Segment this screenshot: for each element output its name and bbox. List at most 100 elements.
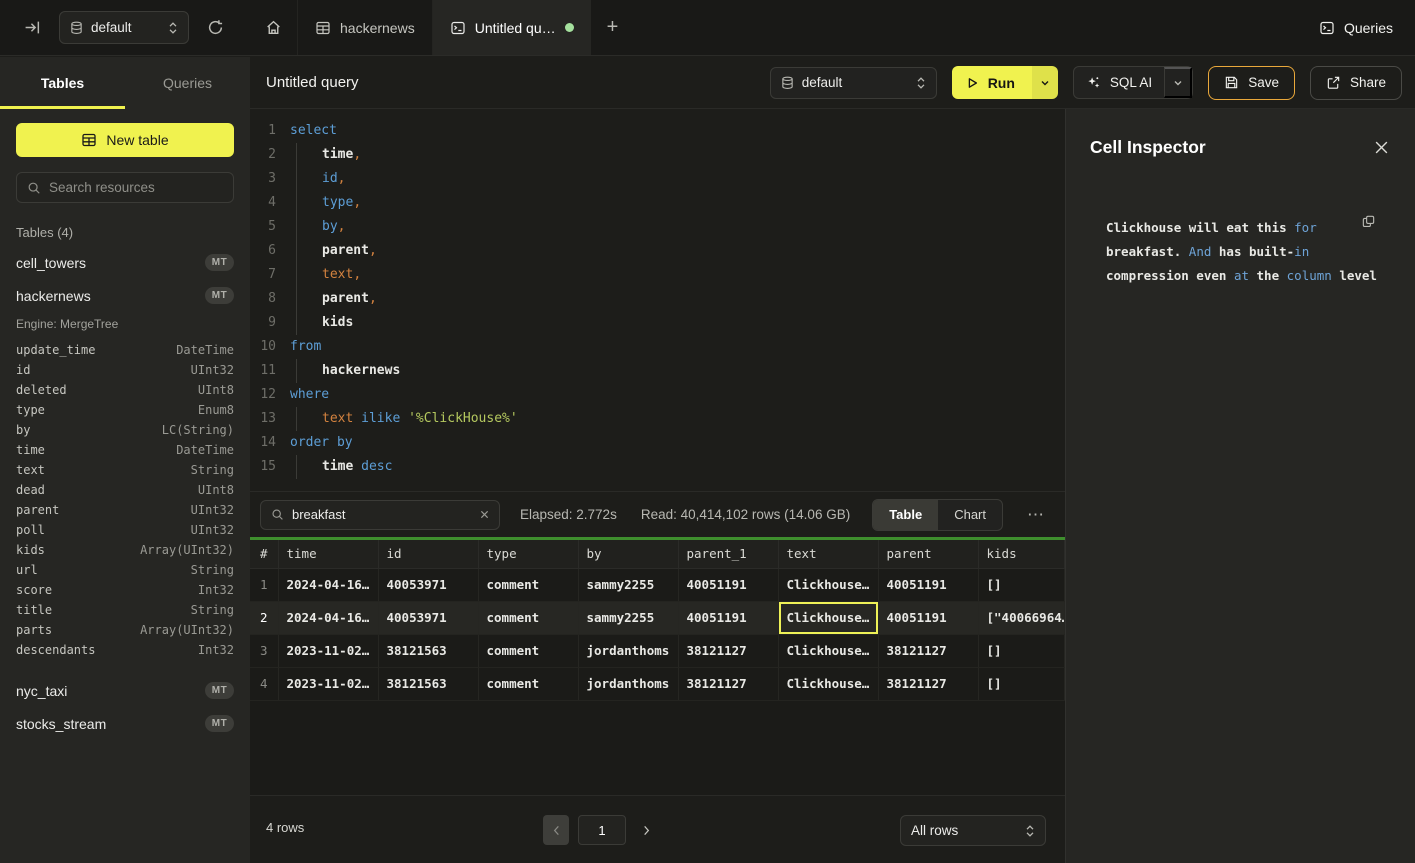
column-header[interactable]: by bbox=[578, 540, 678, 568]
data-cell[interactable]: 2023-11-02… bbox=[278, 667, 378, 700]
sidebar-table-item[interactable]: stocks_streamMT bbox=[0, 707, 250, 740]
refresh-button[interactable] bbox=[203, 15, 228, 40]
editor-line[interactable]: 4type, bbox=[250, 191, 1065, 215]
tab-hackernews[interactable]: hackernews bbox=[298, 0, 433, 55]
results-search[interactable] bbox=[260, 500, 500, 530]
data-cell[interactable]: 2024-04-16… bbox=[278, 568, 378, 601]
data-cell[interactable]: Clickhouse… bbox=[778, 568, 878, 601]
data-cell[interactable]: 38121127 bbox=[678, 667, 778, 700]
data-cell[interactable]: comment bbox=[478, 601, 578, 634]
results-more-button[interactable]: ⋯ bbox=[1023, 503, 1049, 527]
data-cell[interactable]: comment bbox=[478, 568, 578, 601]
row-number-cell[interactable]: 2 bbox=[250, 601, 278, 634]
data-cell[interactable]: 38121127 bbox=[878, 667, 978, 700]
data-cell[interactable]: comment bbox=[478, 667, 578, 700]
data-cell[interactable]: 38121563 bbox=[378, 634, 478, 667]
save-button[interactable]: Save bbox=[1208, 66, 1295, 100]
data-cell[interactable]: comment bbox=[478, 634, 578, 667]
row-number-cell[interactable]: 1 bbox=[250, 568, 278, 601]
data-cell[interactable]: Clickhouse… bbox=[778, 601, 878, 634]
editor-line[interactable]: 10from bbox=[250, 335, 1065, 359]
sql-editor[interactable]: 1select2time,3id,4type,5by,6parent,7text… bbox=[250, 109, 1065, 491]
column-header[interactable]: text bbox=[778, 540, 878, 568]
column-header[interactable]: time bbox=[278, 540, 378, 568]
run-button[interactable]: Run bbox=[952, 66, 1032, 99]
data-cell[interactable]: [] bbox=[978, 634, 1065, 667]
page-size-selector[interactable]: All rows bbox=[900, 815, 1046, 846]
data-cell[interactable]: ["40066964… bbox=[978, 601, 1065, 634]
share-button[interactable]: Share bbox=[1310, 66, 1402, 100]
sidebar-search-input[interactable] bbox=[49, 180, 223, 195]
table-name: cell_towers bbox=[16, 255, 86, 271]
copy-cell-value-button[interactable] bbox=[1359, 212, 1378, 231]
query-database-selector[interactable]: default bbox=[770, 67, 937, 99]
data-cell[interactable]: 38121127 bbox=[678, 634, 778, 667]
page-number-input[interactable] bbox=[578, 815, 626, 845]
editor-line[interactable]: 8parent, bbox=[250, 287, 1065, 311]
clear-search-button[interactable] bbox=[480, 510, 489, 519]
editor-line[interactable]: 5by, bbox=[250, 215, 1065, 239]
data-cell[interactable]: [] bbox=[978, 568, 1065, 601]
data-cell[interactable]: 38121127 bbox=[878, 634, 978, 667]
data-cell[interactable]: 40051191 bbox=[878, 601, 978, 634]
data-cell[interactable]: Clickhouse… bbox=[778, 667, 878, 700]
sidebar-table-item[interactable]: nyc_taxiMT bbox=[0, 674, 250, 707]
data-cell[interactable]: 40053971 bbox=[378, 568, 478, 601]
data-cell[interactable]: 40051191 bbox=[678, 568, 778, 601]
data-cell[interactable]: 40051191 bbox=[678, 601, 778, 634]
tab-home[interactable] bbox=[250, 0, 298, 55]
editor-line[interactable]: 11hackernews bbox=[250, 359, 1065, 383]
close-inspector-button[interactable] bbox=[1370, 136, 1393, 159]
editor-line[interactable]: 12where bbox=[250, 383, 1065, 407]
data-cell[interactable]: 2024-04-16… bbox=[278, 601, 378, 634]
sidebar-search[interactable] bbox=[16, 172, 234, 203]
editor-line[interactable]: 6parent, bbox=[250, 239, 1065, 263]
editor-line[interactable]: 14order by bbox=[250, 431, 1065, 455]
data-cell[interactable]: jordanthoms bbox=[578, 667, 678, 700]
data-cell[interactable]: 38121563 bbox=[378, 667, 478, 700]
sidebar-tab-queries[interactable]: Queries bbox=[125, 57, 250, 109]
sidebar-table-item[interactable]: hackernewsMT bbox=[0, 279, 250, 312]
new-tab-button[interactable]: + bbox=[591, 0, 635, 55]
data-cell[interactable]: sammy2255 bbox=[578, 568, 678, 601]
data-cell[interactable]: 2023-11-02… bbox=[278, 634, 378, 667]
sql-ai-options-button[interactable] bbox=[1164, 67, 1192, 98]
cell-inspector-title: Cell Inspector bbox=[1090, 137, 1206, 158]
data-cell[interactable]: jordanthoms bbox=[578, 634, 678, 667]
sql-ai-button[interactable]: SQL AI bbox=[1074, 75, 1164, 90]
tab-untitled-query[interactable]: Untitled qu… bbox=[433, 0, 591, 55]
view-toggle-chart[interactable]: Chart bbox=[938, 500, 1002, 530]
editor-line[interactable]: 9kids bbox=[250, 311, 1065, 335]
row-number-cell[interactable]: 4 bbox=[250, 667, 278, 700]
results-search-input[interactable] bbox=[292, 507, 472, 522]
view-toggle-table[interactable]: Table bbox=[873, 500, 938, 530]
column-header[interactable]: parent bbox=[878, 540, 978, 568]
data-cell[interactable]: sammy2255 bbox=[578, 601, 678, 634]
editor-line[interactable]: 15time desc bbox=[250, 455, 1065, 479]
sidebar-tab-tables[interactable]: Tables bbox=[0, 57, 125, 109]
editor-line[interactable]: 7text, bbox=[250, 263, 1065, 287]
column-header[interactable]: id bbox=[378, 540, 478, 568]
column-header[interactable]: # bbox=[250, 540, 278, 568]
line-number: 13 bbox=[250, 407, 276, 431]
data-cell[interactable]: 40053971 bbox=[378, 601, 478, 634]
editor-line[interactable]: 3id, bbox=[250, 167, 1065, 191]
column-header[interactable]: parent_1 bbox=[678, 540, 778, 568]
editor-line[interactable]: 13text ilike '%ClickHouse%' bbox=[250, 407, 1065, 431]
data-cell[interactable]: Clickhouse… bbox=[778, 634, 878, 667]
sidebar-table-item[interactable]: cell_towersMT bbox=[0, 246, 250, 279]
data-cell[interactable]: [] bbox=[978, 667, 1065, 700]
data-cell[interactable]: 40051191 bbox=[878, 568, 978, 601]
topbar-database-selector[interactable]: default bbox=[59, 11, 189, 44]
new-table-button[interactable]: New table bbox=[16, 123, 234, 157]
run-options-button[interactable] bbox=[1032, 66, 1058, 99]
queries-button[interactable]: Queries bbox=[1297, 0, 1415, 55]
editor-line[interactable]: 2time, bbox=[250, 143, 1065, 167]
previous-page-button[interactable] bbox=[543, 815, 569, 845]
next-page-button[interactable] bbox=[635, 815, 657, 845]
collapse-sidebar-button[interactable] bbox=[20, 15, 45, 40]
column-header[interactable]: kids bbox=[978, 540, 1065, 568]
editor-line[interactable]: 1select bbox=[250, 119, 1065, 143]
column-header[interactable]: type bbox=[478, 540, 578, 568]
row-number-cell[interactable]: 3 bbox=[250, 634, 278, 667]
